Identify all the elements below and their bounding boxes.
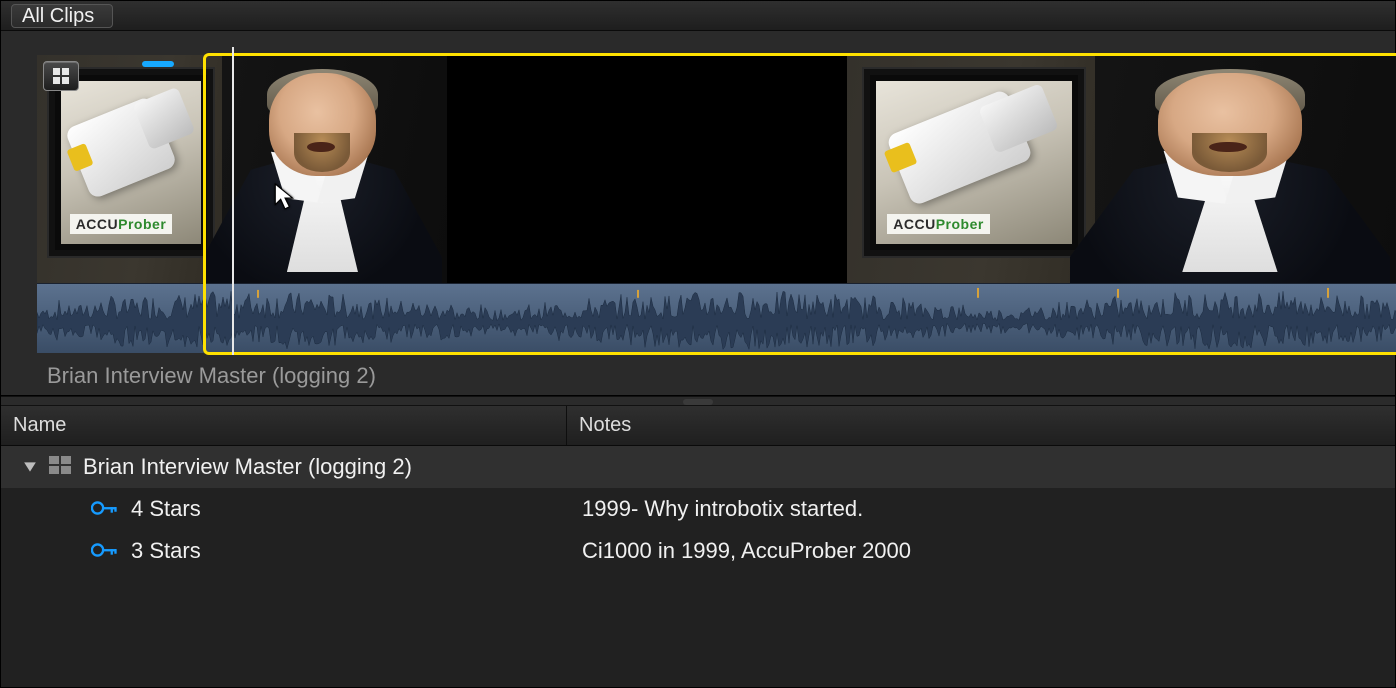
row-name: Brian Interview Master (logging 2) bbox=[83, 454, 412, 480]
clip-filter-popup[interactable]: All Clips bbox=[11, 4, 113, 28]
filmstrip-frame: ACCUProber bbox=[847, 55, 1396, 283]
list-row-keyword[interactable]: 3 Stars Ci1000 in 1999, AccuProber 2000 bbox=[1, 530, 1395, 572]
grid-icon bbox=[52, 67, 70, 85]
video-strip: ACCUProber bbox=[37, 55, 1396, 283]
filmstrip-frame-blank bbox=[447, 55, 847, 283]
list-row-keyword[interactable]: 4 Stars 1999- Why introbotix started. bbox=[1, 488, 1395, 530]
list-body[interactable]: Brian Interview Master (logging 2) 4 Sta… bbox=[1, 446, 1395, 687]
browser-filter-bar: All Clips bbox=[1, 1, 1395, 31]
row-name: 3 Stars bbox=[131, 538, 201, 564]
row-notes[interactable]: 1999- Why introbotix started. bbox=[566, 496, 1395, 522]
keyword-key-icon bbox=[91, 496, 119, 522]
audio-waveform bbox=[37, 283, 1396, 353]
row-name: 4 Stars bbox=[131, 496, 201, 522]
list-row-parent[interactable]: Brian Interview Master (logging 2) bbox=[1, 446, 1395, 488]
product-label: ACCUProber bbox=[70, 214, 173, 234]
keyword-key-icon bbox=[91, 538, 119, 564]
clip-filmstrip[interactable]: ACCUProber bbox=[37, 55, 1396, 353]
clip-wrap: ACCUProber bbox=[37, 55, 1395, 389]
column-header-notes[interactable]: Notes bbox=[566, 406, 1395, 445]
scrubber-thumb[interactable] bbox=[683, 399, 713, 405]
column-header-name[interactable]: Name bbox=[1, 414, 566, 437]
skimmer-grid-button[interactable] bbox=[43, 61, 79, 91]
disclosure-triangle-icon[interactable] bbox=[23, 454, 37, 480]
clip-thumb-icon bbox=[49, 454, 71, 480]
clip-title-label: Brian Interview Master (logging 2) bbox=[47, 363, 1395, 389]
app-root: All Clips bbox=[0, 0, 1396, 688]
clip-filter-label: All Clips bbox=[22, 6, 94, 26]
clip-browser[interactable]: ACCUProber bbox=[1, 31, 1395, 396]
browser-scrubber[interactable] bbox=[1, 396, 1395, 406]
product-label: ACCUProber bbox=[887, 214, 990, 234]
list-header: Name Notes bbox=[1, 406, 1395, 446]
row-notes[interactable]: Ci1000 in 1999, AccuProber 2000 bbox=[566, 538, 1395, 564]
filmstrip-frame: ACCUProber bbox=[37, 55, 447, 283]
